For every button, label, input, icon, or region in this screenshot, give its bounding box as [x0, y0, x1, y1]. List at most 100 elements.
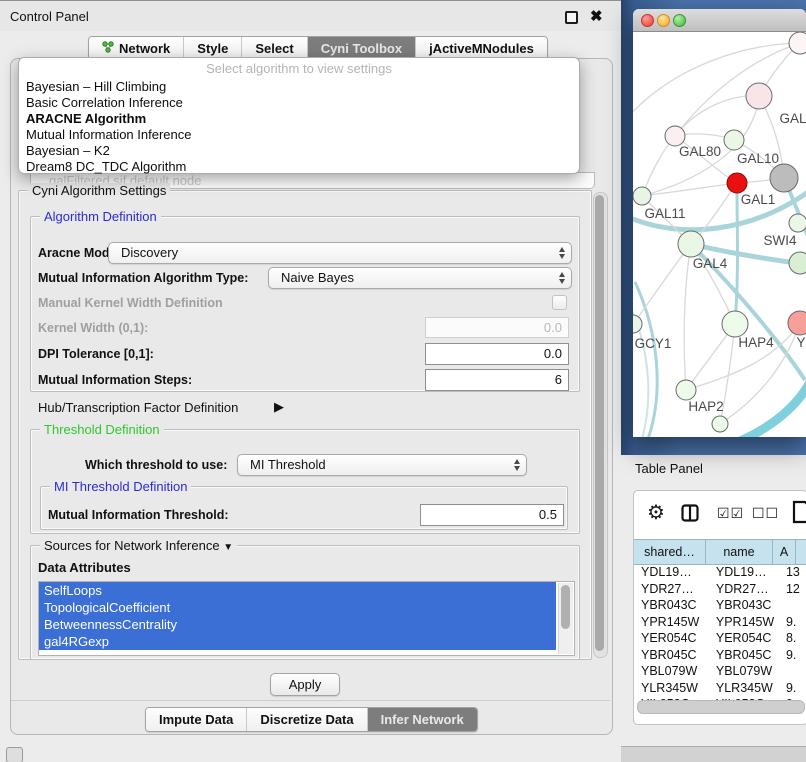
float-window-icon[interactable]	[565, 11, 578, 24]
bottom-tab-impute-data[interactable]: Impute Data	[146, 708, 246, 731]
aracne-mode-select[interactable]: Discovery	[108, 242, 572, 264]
network-edge	[633, 244, 691, 324]
table-cell: YLR345W	[709, 680, 779, 697]
table-row[interactable]: YER054CYER054C8.	[634, 630, 806, 647]
close-icon[interactable]: ✖	[590, 7, 603, 25]
node-label-gal1: GAL1	[741, 192, 776, 207]
which-threshold-select[interactable]: MI Threshold	[237, 454, 527, 476]
list-scrollbar[interactable]	[558, 583, 573, 654]
settings-scrollbar[interactable]	[593, 192, 608, 658]
node-label-hap2: HAP2	[688, 399, 723, 414]
mi-type-select[interactable]: Naive Bayes	[268, 267, 572, 289]
expand-right-icon[interactable]: ▶	[274, 399, 284, 415]
network-node[interactable]	[789, 252, 806, 274]
bottom-tab-label: Discretize Data	[260, 708, 353, 731]
network-window-titlebar[interactable]	[633, 9, 806, 32]
table-row[interactable]: YBR043CYBR043C	[634, 597, 806, 614]
table-row[interactable]: YLR345WYLR345W9.	[634, 680, 806, 697]
network-canvas[interactable]: GALGAL80GAL10GAL1GAL11GAL4SWI4GCY1HAP4YH…	[633, 32, 806, 437]
algorithm-option-dream8-dc-tdc-algorithm[interactable]: Dream8 DC_TDC Algorithm	[19, 159, 579, 175]
algorithm-option-bayesian-hill-climbing[interactable]: Bayesian – Hill Climbing	[19, 79, 579, 95]
node-label-gcy1: GCY1	[635, 336, 672, 351]
table-cell: YER054C	[634, 630, 709, 647]
table-cell: YBR043C	[709, 597, 779, 614]
network-node-gal80[interactable]	[665, 126, 685, 146]
divider	[11, 700, 610, 701]
algorithm-dropdown-popup: Select algorithm to view settings Bayesi…	[18, 57, 580, 174]
network-node[interactable]	[789, 32, 806, 54]
mi-threshold-field[interactable]: 0.5	[420, 504, 564, 526]
node-label-gal11: GAL11	[644, 206, 685, 221]
table-row[interactable]: YPR145WYPR145W9.	[634, 614, 806, 631]
network-node-hap4[interactable]	[722, 311, 748, 337]
bottom-tab-discretize-data[interactable]: Discretize Data	[246, 708, 366, 731]
split-columns-icon[interactable]	[681, 504, 699, 525]
mi-steps-field[interactable]: 6	[425, 369, 569, 391]
attribute-gal4rgexp[interactable]: gal4RGexp	[39, 633, 556, 650]
network-node-gal4[interactable]	[678, 231, 704, 257]
network-node[interactable]	[770, 164, 798, 192]
list-scrollbar-thumb[interactable]	[561, 585, 570, 629]
collapse-down-icon[interactable]: ▼	[223, 542, 233, 553]
table-cell: YBR045C	[709, 647, 779, 664]
close-traffic-light-icon[interactable]	[641, 14, 654, 27]
table-row[interactable]: YDL19…YDL19…13	[634, 564, 806, 581]
unchecked-pair-icon[interactable]: ☐☐	[752, 505, 779, 522]
apply-button[interactable]: Apply	[270, 673, 340, 696]
mi-type-label: Mutual Information Algorithm Type:	[38, 271, 248, 285]
network-node-gal[interactable]	[746, 83, 772, 109]
page-icon[interactable]	[792, 500, 806, 527]
network-node-gcy1[interactable]	[633, 315, 642, 333]
attribute-topologicalcoefficient[interactable]: TopologicalCoefficient	[39, 599, 556, 616]
checked-pair-icon[interactable]: ☑☑	[717, 505, 744, 522]
manual-kernel-checkbox[interactable]	[552, 295, 567, 310]
zoom-traffic-light-icon[interactable]	[673, 14, 686, 27]
algorithm-option-bayesian-k2[interactable]: Bayesian – K2	[19, 143, 579, 159]
network-view-window: GALGAL80GAL10GAL1GAL11GAL4SWI4GCY1HAP4YH…	[633, 9, 806, 437]
algorithm-option-mutual-information-inference[interactable]: Mutual Information Inference	[19, 127, 579, 143]
table-panel: ⚙ ☑☑ ☐☐ shared…nameA YDL19…YDL19…13YDR27…	[633, 490, 806, 725]
algorithm-option-basic-correlation-inference[interactable]: Basic Correlation Inference	[19, 95, 579, 111]
table-cell: YDR27…	[634, 581, 709, 598]
collapsed-panel-icon[interactable]	[6, 747, 23, 762]
settings-scrollbar-thumb[interactable]	[595, 195, 604, 651]
attribute-selfloops[interactable]: SelfLoops	[39, 582, 556, 599]
network-node-y[interactable]	[788, 311, 806, 335]
column-header-name[interactable]: name	[706, 540, 773, 564]
network-node-hap2[interactable]	[676, 380, 696, 400]
table-row[interactable]: YDR27…YDR27…12	[634, 581, 806, 598]
network-node-gal11[interactable]	[633, 187, 651, 205]
table-cell: 9.	[779, 647, 806, 664]
minimize-traffic-light-icon[interactable]	[657, 14, 670, 27]
table-cell: 12	[779, 581, 806, 598]
algorithm-placeholder: Select algorithm to view settings	[19, 58, 579, 79]
column-header-a[interactable]: A	[773, 540, 796, 564]
table-cell	[779, 597, 806, 614]
node-label-y: Y	[796, 335, 805, 350]
table-cell: YBL079W	[634, 663, 709, 680]
network-node-gal10[interactable]	[724, 130, 744, 150]
node-label-gal: GAL	[779, 111, 806, 126]
table-horizontal-scrollbar[interactable]	[637, 700, 805, 714]
table-cell	[779, 663, 806, 680]
network-node-gal1[interactable]	[727, 173, 747, 193]
mi-type-value: Naive Bayes	[281, 270, 354, 285]
attribute-betweennesscentrality[interactable]: BetweennessCentrality	[39, 616, 556, 633]
network-edge	[733, 380, 806, 437]
bottom-tab-label: Infer Network	[381, 708, 464, 731]
data-attributes-list[interactable]: SelfLoopsTopologicalCoefficientBetweenne…	[38, 581, 575, 656]
table-row[interactable]: YBR045CYBR045C9.	[634, 647, 806, 664]
algorithm-option-aracne-algorithm[interactable]: ARACNE Algorithm	[19, 111, 579, 127]
kernel-width-field[interactable]: 0.0	[425, 317, 569, 338]
table-cell: YDR27…	[709, 581, 779, 598]
network-node[interactable]	[712, 416, 728, 432]
gear-icon[interactable]: ⚙	[647, 500, 665, 525]
network-node-swi4[interactable]	[789, 214, 806, 232]
kernel-width-label: Kernel Width (0,1):	[38, 321, 148, 335]
table-row[interactable]: YBL079WYBL079W	[634, 663, 806, 680]
table-cell: YER054C	[709, 630, 779, 647]
column-header-shared[interactable]: shared…	[634, 540, 706, 564]
bottom-tab-infer-network[interactable]: Infer Network	[367, 708, 477, 731]
threshold-definition-title: Threshold Definition	[40, 422, 164, 437]
dpi-tolerance-field[interactable]: 0.0	[425, 343, 569, 365]
